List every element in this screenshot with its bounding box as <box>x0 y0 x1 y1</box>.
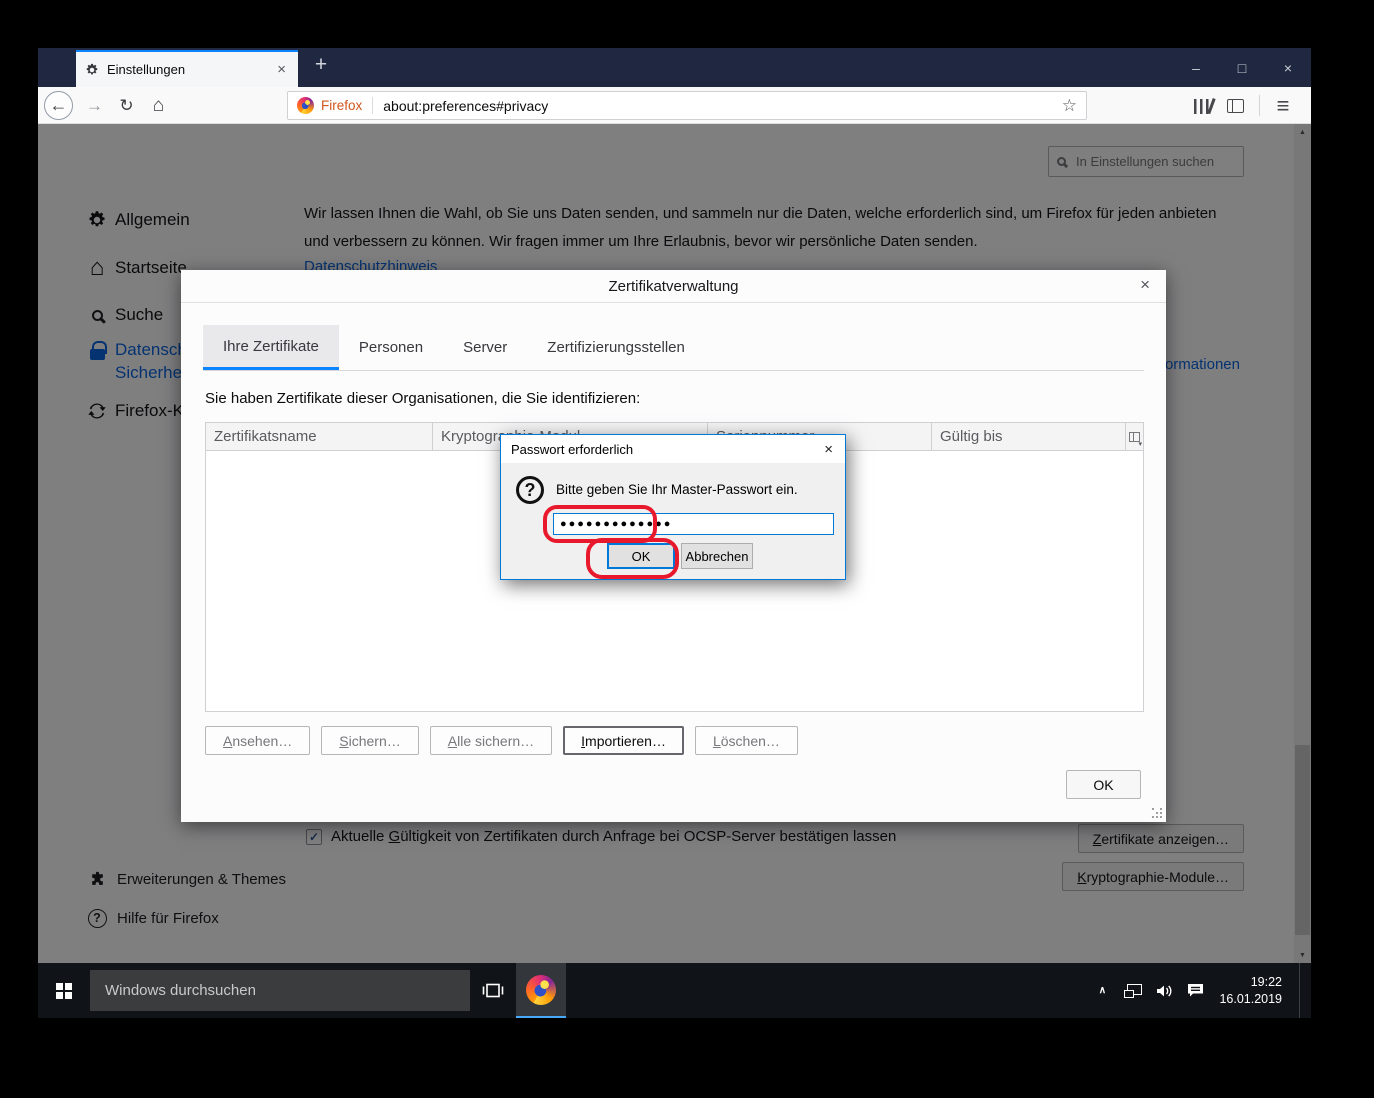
new-tab-button[interactable]: + <box>308 53 334 77</box>
column-header-zertifikatsname[interactable]: Zertifikatsname <box>206 423 433 450</box>
importieren-button[interactable]: Importieren… <box>563 726 684 755</box>
url-identity-label: Firefox <box>321 98 362 113</box>
password-dialog-close-icon[interactable]: × <box>820 441 837 458</box>
column-picker-icon[interactable] <box>1126 423 1143 450</box>
taskbar-search-box[interactable] <box>90 970 470 1011</box>
window-maximize-button[interactable]: □ <box>1219 48 1265 87</box>
password-ok-button[interactable]: OK <box>607 543 675 569</box>
tab-server[interactable]: Server <box>443 325 527 370</box>
resize-grip[interactable] <box>1152 808 1162 818</box>
library-button[interactable] <box>1188 92 1216 120</box>
task-view-icon <box>482 982 504 999</box>
cert-description: Sie haben Zertifikate dieser Organisatio… <box>205 390 640 407</box>
windows-logo-icon <box>56 983 72 999</box>
tab-zertifizierungsstellen[interactable]: Zertifizierungsstellen <box>527 325 705 370</box>
cert-action-buttons: Ansehen… Sichern… Alle sichern… Importie… <box>205 726 798 755</box>
windows-taskbar: ∧ 19:22 16.01.2019 <box>38 963 1311 1018</box>
desktop-screen: Einstellungen × + – □ × ← → ↻ ⌂ Firefox … <box>38 48 1311 1018</box>
column-header-gueltig-bis[interactable]: Gültig bis <box>932 423 1126 450</box>
cert-close-icon[interactable]: × <box>1136 275 1154 295</box>
password-dialog: Passwort erforderlich × ? Bitte geben Si… <box>500 434 846 580</box>
show-desktop-button[interactable] <box>1299 963 1303 1018</box>
browser-titlebar: Einstellungen × + – □ × <box>38 48 1311 87</box>
library-icon <box>1194 99 1211 114</box>
cert-tabs: Ihre Zertifikate Personen Server Zertifi… <box>203 325 1144 371</box>
tab-personen[interactable]: Personen <box>339 325 443 370</box>
system-tray: ∧ 19:22 16.01.2019 <box>1091 963 1303 1018</box>
sichern-button[interactable]: Sichern… <box>321 726 418 755</box>
firefox-logo-icon <box>297 97 314 114</box>
taskbar-firefox-button[interactable] <box>516 963 566 1018</box>
password-dialog-body: ? Bitte geben Sie Ihr Master-Passwort ei… <box>501 463 845 579</box>
browser-content: Wir lassen Ihnen die Wahl, ob Sie uns Da… <box>38 124 1311 963</box>
alle-sichern-button[interactable]: Alle sichern… <box>430 726 552 755</box>
taskbar-clock[interactable]: 19:22 16.01.2019 <box>1219 974 1282 1008</box>
url-bar[interactable]: Firefox about:preferences#privacy ☆ <box>287 91 1087 120</box>
browser-tab-einstellungen[interactable]: Einstellungen × <box>76 50 298 87</box>
tray-chevron-icon[interactable]: ∧ <box>1091 985 1113 996</box>
taskbar-search-input[interactable] <box>103 981 457 1000</box>
cert-ok-button[interactable]: OK <box>1066 770 1141 799</box>
master-password-input[interactable] <box>553 513 834 535</box>
browser-navbar: ← → ↻ ⌂ Firefox about:preferences#privac… <box>38 87 1311 124</box>
start-button[interactable] <box>38 963 90 1018</box>
bookmark-star-icon[interactable]: ☆ <box>1062 96 1077 116</box>
url-separator <box>372 97 373 114</box>
clock-time: 19:22 <box>1219 974 1282 991</box>
notification-center-icon[interactable] <box>1184 983 1206 998</box>
toolbar-divider <box>1259 95 1260 116</box>
password-cancel-button[interactable]: Abbrechen <box>681 543 753 569</box>
loeschen-button[interactable]: Löschen… <box>695 726 798 755</box>
cert-dialog-title: Zertifikatverwaltung <box>608 278 738 295</box>
password-prompt-message: Bitte geben Sie Ihr Master-Passwort ein. <box>556 482 798 497</box>
password-dialog-title: Passwort erforderlich <box>511 442 820 457</box>
gear-favicon-icon <box>85 63 99 77</box>
firefox-logo-icon <box>526 975 556 1005</box>
sidebar-toggle-button[interactable] <box>1221 92 1249 120</box>
reload-button[interactable]: ↻ <box>112 91 141 120</box>
question-mark-icon: ? <box>516 476 544 504</box>
tab-title: Einstellungen <box>107 62 274 77</box>
forward-button[interactable]: → <box>80 91 109 120</box>
window-controls: – □ × <box>1173 48 1311 87</box>
password-dialog-titlebar: Passwort erforderlich × <box>501 435 845 463</box>
window-close-button[interactable]: × <box>1265 48 1311 87</box>
home-button[interactable]: ⌂ <box>144 91 173 120</box>
task-view-button[interactable] <box>470 963 516 1018</box>
clock-date: 16.01.2019 <box>1219 991 1282 1008</box>
ansehen-button[interactable]: Ansehen… <box>205 726 310 755</box>
tab-ihre-zertifikate[interactable]: Ihre Zertifikate <box>203 325 339 370</box>
cert-dialog-header: Zertifikatverwaltung × <box>181 270 1166 303</box>
window-minimize-button[interactable]: – <box>1173 48 1219 87</box>
back-button[interactable]: ← <box>44 91 73 120</box>
url-text[interactable]: about:preferences#privacy <box>383 98 1061 114</box>
network-icon[interactable] <box>1122 984 1144 998</box>
sidebar-icon <box>1227 99 1244 113</box>
volume-icon[interactable] <box>1153 983 1175 999</box>
menu-button[interactable]: ≡ <box>1269 92 1297 120</box>
tab-close-icon[interactable]: × <box>274 61 289 78</box>
